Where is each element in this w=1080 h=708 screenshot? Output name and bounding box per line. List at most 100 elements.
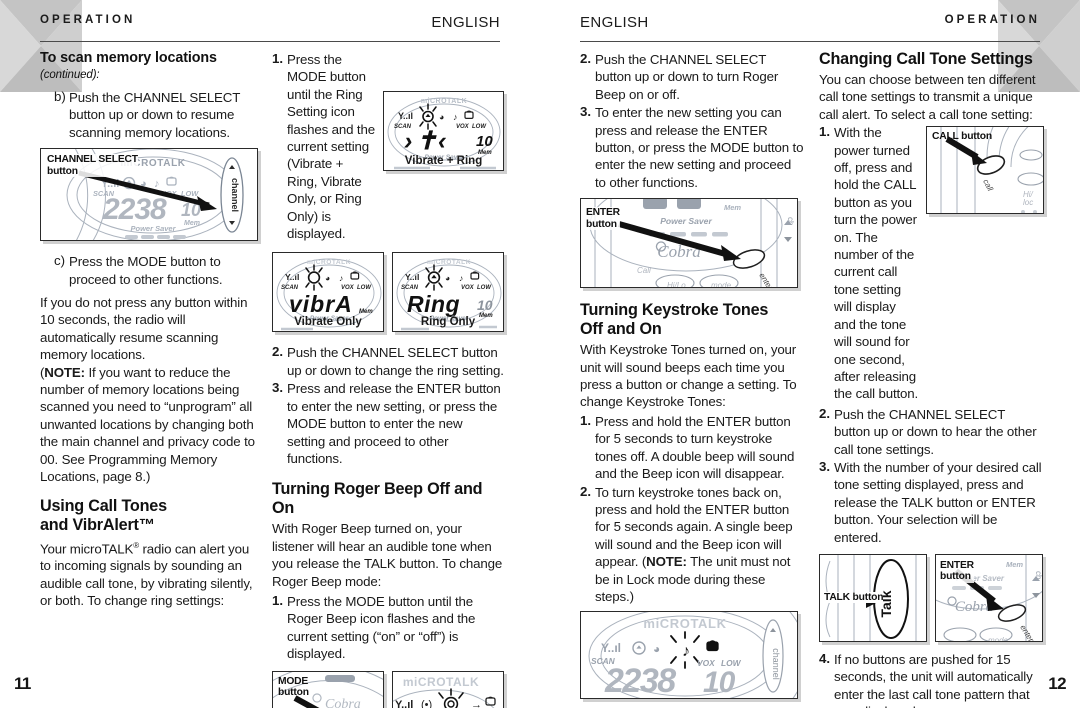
- step-number-2: 2.: [272, 344, 284, 360]
- figure-row-talk-enter: Talk TALK button Mem Power Saver Cobra e…: [819, 553, 1044, 642]
- step-3-text: Press and release the ENTER button to en…: [287, 381, 501, 466]
- svg-text:Y..ıl: Y..ıl: [395, 699, 413, 708]
- svg-text:Y..ıl: Y..ıl: [398, 111, 413, 121]
- svg-text:Cobra: Cobra: [325, 697, 361, 708]
- lcd-illustration-on: miCROTALK Y..ıl (•) →: [393, 671, 503, 708]
- list-item: 4. If no buttons are pushed for 15 secon…: [819, 651, 1044, 708]
- step-2-text: Push the CHANNEL SELECT button up or dow…: [287, 345, 504, 378]
- lcd-text-vibra: vibrA: [289, 291, 353, 317]
- list-item: 3. To enter the new setting you can pres…: [580, 104, 805, 191]
- callout-line-2: button: [278, 686, 309, 698]
- note-label: NOTE:: [44, 364, 85, 380]
- svg-text:LOW: LOW: [357, 285, 372, 291]
- callout-talk-button: TALK button: [824, 591, 884, 604]
- svg-text:channel: channel: [771, 649, 781, 681]
- step-number-3: 3.: [580, 104, 592, 120]
- callout-line-2: button: [47, 165, 78, 177]
- svg-text:♪: ♪: [154, 178, 160, 190]
- step-2-text: Push the CHANNEL SELECT button up or dow…: [595, 52, 779, 102]
- step-number-1: 1.: [272, 51, 284, 66]
- svg-text:(•): (•): [421, 699, 432, 708]
- paragraph-part-a: Your microTALK: [40, 540, 134, 556]
- figure-row-vibrate-ring-only: miCROTALK Y..ıl ◕ ♪ SCAN VOX LOW vibrA M…: [272, 252, 504, 333]
- svg-text:Mem: Mem: [184, 220, 200, 227]
- paragraph-keystroke-tones: With Keystroke Tones turned on, your uni…: [580, 342, 797, 410]
- figure-call-button: call Hi/ loc CALL button: [926, 126, 1044, 215]
- page-number-left: 11: [14, 674, 31, 693]
- figure-beep-icon: miCROTALK Y..ıl ◕ ♪ SCAN VOX LOW 2238 10…: [580, 611, 798, 700]
- step-1-text: Press the MODE button until the Ring Set…: [287, 52, 375, 242]
- svg-text:VOX: VOX: [461, 285, 475, 291]
- figure-ring-only: miCROTALK Y..ıl ◕ ♪ SCAN VOX LOW Ring 10…: [392, 252, 504, 333]
- svg-text:miCROTALK: miCROTALK: [403, 675, 479, 689]
- step-1-text: Press and hold the ENTER button for 5 se…: [595, 413, 795, 482]
- figure-caption-vibrate-ring: Vibrate + Ring: [404, 155, 483, 167]
- callout-line-1: ENTER: [586, 207, 620, 219]
- step-b-text: Push the CHANNEL SELECT button up or dow…: [69, 90, 240, 140]
- list-item: 1. With the power turned off, press and …: [819, 124, 920, 403]
- callout-enter-button-2: ENTER button: [940, 559, 974, 583]
- svg-text:miCROTALK: miCROTALK: [643, 616, 726, 631]
- svg-text:VOX: VOX: [456, 124, 470, 130]
- svg-text:Hi/Lo: Hi/Lo: [667, 281, 686, 288]
- note-label: NOTE:: [646, 554, 687, 570]
- list-item: b) Push the CHANNEL SELECT button up or …: [40, 89, 258, 141]
- svg-text:LOW: LOW: [477, 285, 492, 291]
- svg-text:♪: ♪: [682, 643, 690, 660]
- left-column-2: miCROTALK Y..ıl ◕ ♪ SCAN VOX LOW › ✝ ‹ 1…: [272, 50, 504, 708]
- step-1-ring-block: miCROTALK Y..ıl ◕ ♪ SCAN VOX LOW › ✝ ‹ 1…: [272, 51, 504, 242]
- svg-text:loc: loc: [1023, 198, 1033, 207]
- left-column-1: To scan memory locations (continued): b)…: [40, 50, 258, 660]
- step-2b-text: To turn keystroke tones back on, press a…: [595, 484, 805, 606]
- step-3-text: To enter the new setting you can press a…: [595, 105, 804, 190]
- page-number-right: 12: [1048, 674, 1066, 693]
- left-columns: To scan memory locations (continued): b)…: [40, 50, 504, 708]
- figure-vibrate-ring: miCROTALK Y..ıl ◕ ♪ SCAN VOX LOW › ✝ ‹ 1…: [383, 91, 504, 171]
- heading-scan-memory-text: To scan memory locations: [40, 50, 217, 66]
- svg-text:Power Saver: Power Saver: [660, 216, 712, 226]
- step-number-4: 4.: [819, 650, 831, 666]
- step-4-text: If no buttons are pushed for 15 seconds,…: [834, 651, 1033, 708]
- step-1-call-block: call Hi/ loc CALL button 1. With the pow…: [819, 124, 1044, 403]
- svg-text:2238: 2238: [102, 193, 167, 226]
- figure-vibrate-only: miCROTALK Y..ıl ◕ ♪ SCAN VOX LOW vibrA M…: [272, 252, 384, 333]
- list-item: 2. Push the CHANNEL SELECT button up or …: [272, 344, 504, 379]
- svg-text:◕: ◕: [439, 112, 444, 122]
- list-item: 3. Press and release the ENTER button to…: [272, 380, 504, 467]
- callout-line-1: MODE: [278, 675, 309, 687]
- step-number-2b: 2.: [580, 483, 592, 499]
- svg-text:LOW: LOW: [472, 124, 487, 130]
- svg-text:‹: ‹: [438, 127, 446, 155]
- right-running-head: ENGLISH OPERATION: [580, 14, 1040, 42]
- paragraph-auto-resume: If you do not press any button within 10…: [40, 295, 248, 363]
- svg-text:10: 10: [477, 297, 493, 313]
- step-2-text: Push the CHANNEL SELECT button up or dow…: [834, 406, 1037, 457]
- svg-text:Power Saver: Power Saver: [130, 224, 176, 233]
- callout-line-2: button: [586, 218, 617, 230]
- step-letter-c: c): [54, 253, 66, 269]
- header-language-label: ENGLISH: [431, 14, 500, 31]
- left-page: OPERATION ENGLISH To scan memory locatio…: [0, 0, 540, 708]
- section-heading-line-1: Turning Keystroke Tones: [580, 301, 769, 320]
- callout-mode-button: MODE button: [278, 676, 309, 699]
- lcd-illustration-beep: miCROTALK Y..ıl ◕ ♪ SCAN VOX LOW 2238 10…: [581, 612, 797, 699]
- section-heading-call-tone-settings: Changing Call Tone Settings: [819, 50, 1033, 68]
- step-c-text: Press the MODE button to proceed to othe…: [69, 254, 223, 287]
- list-item: 1. Press the MODE button until the Roger…: [272, 593, 504, 663]
- svg-text:channel: channel: [230, 178, 240, 212]
- list-item: 3. With the number of your desired call …: [819, 459, 1044, 546]
- svg-text:Mem: Mem: [1006, 560, 1023, 569]
- right-page: ENGLISH OPERATION 2. Push the CHANNEL SE…: [540, 0, 1080, 708]
- figure-roger-beep-on: miCROTALK Y..ıl (•) →: [392, 670, 504, 708]
- svg-text:mode: mode: [988, 636, 1009, 642]
- heading-scan-memory: To scan memory locations (continued):: [40, 50, 258, 82]
- list-item: 2. To turn keystroke tones back on, pres…: [580, 484, 805, 606]
- svg-text:◕: ◕: [653, 642, 660, 656]
- header-section-label: OPERATION: [40, 14, 136, 26]
- section-heading-roger-beep: Turning Roger Beep Off and On: [272, 480, 483, 518]
- figure-enter-button: Mem Power Saver Cobra enter Call Hi/Lo m…: [580, 198, 798, 289]
- svg-text:♪: ♪: [339, 273, 343, 283]
- list-item: 1. Press the MODE button until the Ring …: [272, 51, 377, 242]
- figure-mode-button: Cobra mode Hi/Lo lock: [272, 670, 384, 708]
- section-heading-keystroke-tones: Turning Keystroke Tones Off and On: [580, 301, 805, 339]
